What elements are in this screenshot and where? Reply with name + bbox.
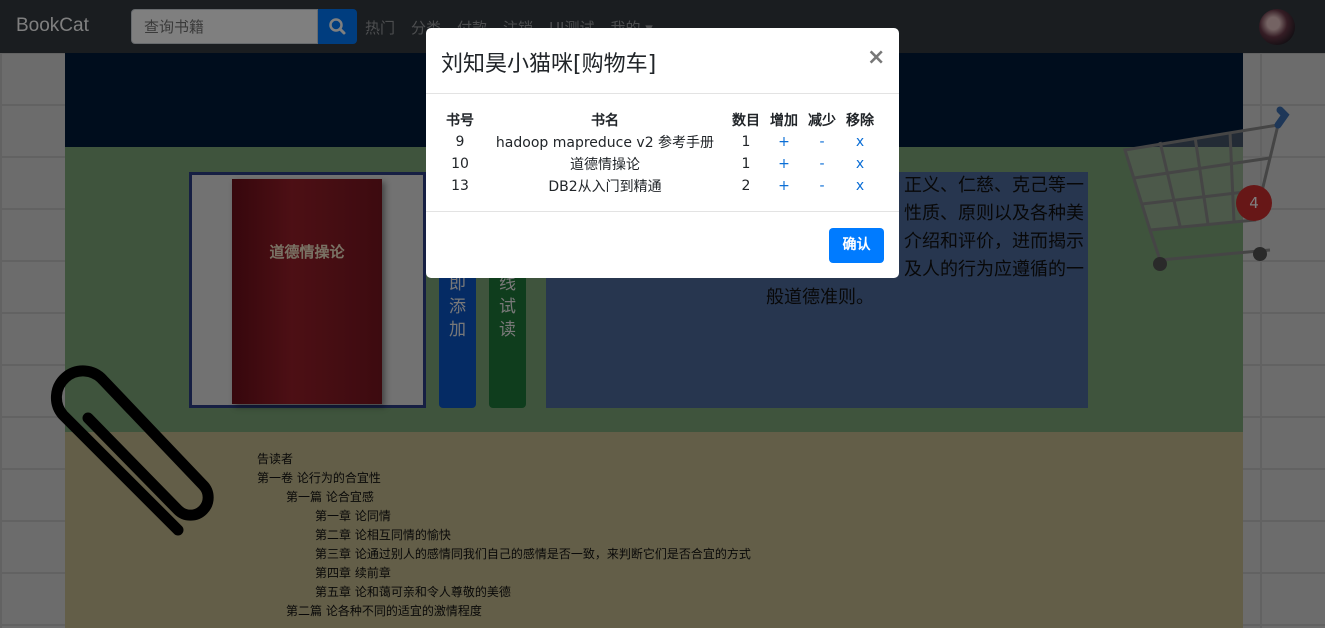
decrease-button[interactable]: - <box>803 175 841 197</box>
increase-button[interactable]: + <box>765 153 803 175</box>
decrease-button[interactable]: - <box>803 153 841 175</box>
cell-name: 道德情操论 <box>570 157 640 173</box>
decrease-button[interactable]: - <box>803 131 841 153</box>
table-row: 9 hadoop mapreduce v2 参考手册 1 + - x <box>437 131 879 153</box>
remove-button[interactable]: x <box>841 153 879 175</box>
table-row: 13 DB2从入门到精通 2 + - x <box>437 175 879 197</box>
close-icon[interactable]: × <box>867 45 885 70</box>
cell-qty: 1 <box>741 134 751 150</box>
cell-qty: 1 <box>741 156 751 172</box>
cell-qty: 2 <box>741 178 751 194</box>
column-header-qty: 数目 <box>732 113 760 129</box>
remove-button[interactable]: x <box>841 131 879 153</box>
confirm-button[interactable]: 确认 <box>829 228 884 263</box>
column-header-add: 增加 <box>770 113 798 129</box>
modal-footer: 确认 <box>426 211 899 279</box>
modal-title: 刘知昊小猫咪[购物车] <box>441 52 657 77</box>
increase-button[interactable]: + <box>765 175 803 197</box>
column-header-id: 书号 <box>446 113 474 129</box>
cell-id: 10 <box>451 156 469 172</box>
cell-id: 9 <box>455 134 465 150</box>
column-header-name: 书名 <box>591 113 619 129</box>
modal-header: 刘知昊小猫咪[购物车] × <box>426 28 899 94</box>
cell-name: DB2从入门到精通 <box>548 179 662 195</box>
increase-button[interactable]: + <box>765 131 803 153</box>
cell-name: hadoop mapreduce v2 参考手册 <box>495 135 715 151</box>
column-header-subtract: 减少 <box>808 113 836 129</box>
table-row: 10 道德情操论 1 + - x <box>437 153 879 175</box>
cart-table: 书号 书名 数目 增加 减少 移除 9 hadoop mapreduce v2 … <box>437 109 879 197</box>
table-header-row: 书号 书名 数目 增加 减少 移除 <box>437 109 879 131</box>
column-header-remove: 移除 <box>846 113 874 129</box>
cart-modal: 刘知昊小猫咪[购物车] × 书号 书名 数目 增加 减少 移除 9 hadoop… <box>426 28 899 278</box>
remove-button[interactable]: x <box>841 175 879 197</box>
cell-id: 13 <box>451 178 469 194</box>
